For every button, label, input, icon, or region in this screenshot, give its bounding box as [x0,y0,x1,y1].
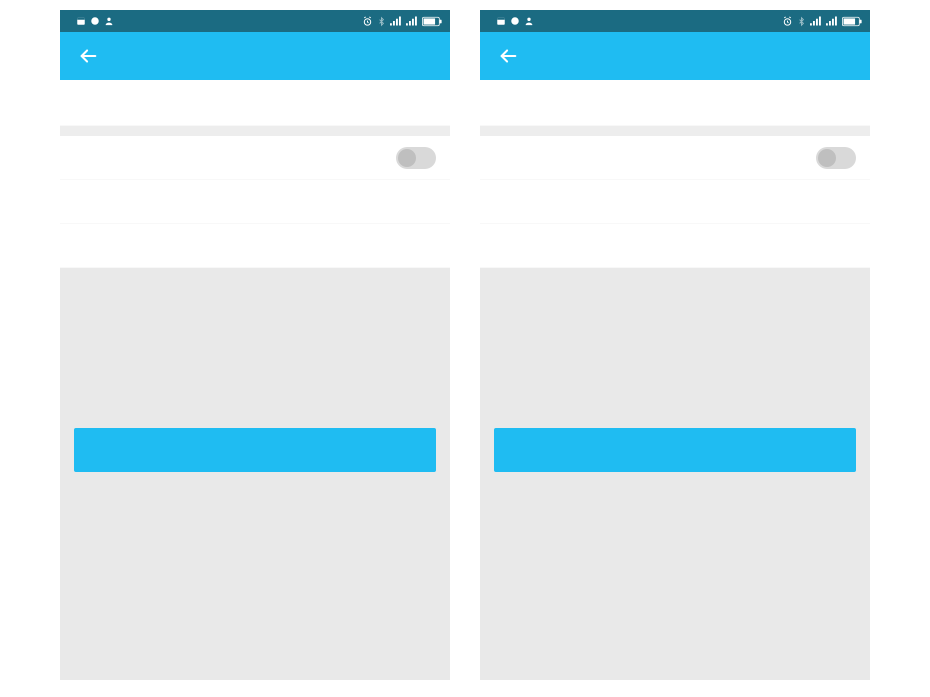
arrow-left-icon [77,45,99,67]
form-rows [480,80,870,268]
status-right [362,16,442,27]
signal-1-icon [810,16,822,26]
name-input[interactable] [639,95,856,111]
bluetooth-icon [377,16,386,27]
name-row[interactable] [60,80,450,126]
bluetooth-icon [797,16,806,27]
body-area [60,268,450,680]
chat-icon [510,16,520,26]
battery-icon [842,16,862,27]
status-bar [60,10,450,32]
person-icon [104,16,114,26]
alarm-icon [362,16,373,27]
calendar-icon [76,16,86,26]
arrow-left-icon [497,45,519,67]
signal-1-icon [390,16,402,26]
spacer [74,268,436,428]
status-left [488,16,534,26]
section-gap [480,126,870,136]
name-row[interactable] [480,80,870,126]
status-right [782,16,862,27]
phone-screen-2 [480,10,870,680]
ok-button[interactable] [494,428,856,472]
toggle-knob [818,149,836,167]
signal-2-icon [406,16,418,26]
body-area [480,268,870,680]
name-input[interactable] [219,95,436,111]
end-time-row[interactable] [60,224,450,268]
permanent-row [60,136,450,180]
back-button[interactable] [490,32,526,80]
battery-icon [422,16,442,27]
permanent-toggle[interactable] [396,147,436,169]
next-button[interactable] [74,428,436,472]
signal-2-icon [826,16,838,26]
chat-icon [90,16,100,26]
start-time-row[interactable] [60,180,450,224]
spacer [494,268,856,428]
app-header [60,32,450,80]
start-time-row[interactable] [480,180,870,224]
permanent-toggle[interactable] [816,147,856,169]
status-bar [480,10,870,32]
toggle-knob [398,149,416,167]
phone-screen-1 [60,10,450,680]
permanent-row [480,136,870,180]
person-icon [524,16,534,26]
app-header [480,32,870,80]
alarm-icon [782,16,793,27]
calendar-icon [496,16,506,26]
section-gap [60,126,450,136]
back-button[interactable] [70,32,106,80]
end-time-row[interactable] [480,224,870,268]
status-left [68,16,114,26]
form-rows [60,80,450,268]
